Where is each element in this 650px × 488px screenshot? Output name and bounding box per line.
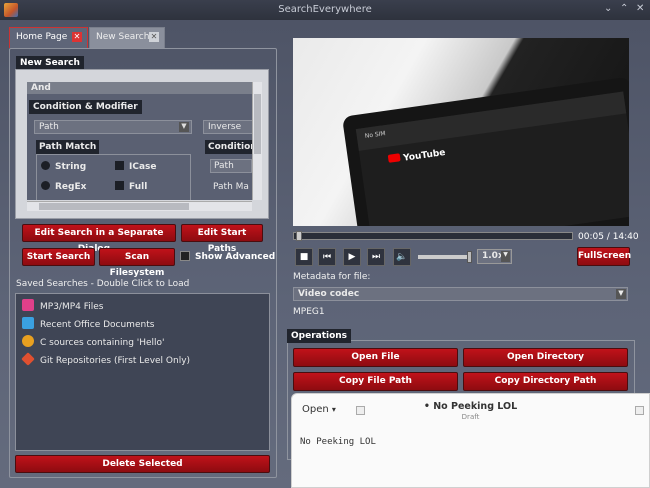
metadata-field-select[interactable]: Video codec ▼ <box>293 287 628 301</box>
volume-icon[interactable]: 🔈 <box>393 248 411 266</box>
minimize-icon[interactable]: ⌄ <box>604 3 612 14</box>
regex-label: RegEx <box>55 182 87 192</box>
radio-icon <box>41 181 50 190</box>
chevron-down-icon: ▼ <box>179 122 189 132</box>
volume-slider[interactable] <box>418 251 472 263</box>
close-tab-icon[interactable]: ✕ <box>149 32 159 42</box>
icase-checkbox[interactable]: ICase <box>115 161 157 172</box>
string-radio[interactable]: String <box>41 161 86 172</box>
playback-rate-select[interactable]: 1.0x ▼ <box>477 249 512 264</box>
inverse-toggle[interactable]: Inverse <box>203 120 252 134</box>
start-search-button[interactable]: Start Search <box>22 248 95 266</box>
seek-bar[interactable] <box>293 231 573 241</box>
condition-label: Condition <box>205 140 252 154</box>
and-node[interactable]: And <box>27 82 252 94</box>
chevron-down-icon: ▼ <box>616 289 626 299</box>
video-preview[interactable]: No SIM YouTube <box>293 38 629 226</box>
tab-home-page[interactable]: Home Page ✕ <box>9 27 88 48</box>
full-checkbox[interactable]: Full <box>115 181 147 192</box>
text-editor-popover: Open ▾ • No Peeking LOL Draft No Peeking… <box>291 393 650 488</box>
tab-label: Home Page <box>16 32 68 42</box>
scroll-thumb[interactable] <box>254 94 261 154</box>
title-bar: SearchEverywhere ⌄ ⌃ ✕ <box>0 0 650 20</box>
youtube-text: YouTube <box>402 147 447 164</box>
show-advanced-label: Show Advanced <box>195 252 276 262</box>
document-title: • No Peeking LOL <box>423 401 518 412</box>
c-source-icon <box>22 335 34 347</box>
saved-searches-list: MP3/MP4 Files Recent Office Documents C … <box>15 293 270 451</box>
next-icon[interactable]: ⏭ <box>367 248 385 266</box>
field-select-value: Path <box>39 122 59 132</box>
field-select[interactable]: Path ▼ <box>34 120 192 134</box>
metadata-label: Metadata for file: <box>293 272 371 282</box>
close-tab-icon[interactable]: ✕ <box>72 32 82 42</box>
new-search-label: New Search <box>16 56 84 70</box>
search-tree: And Condition & Modifier Path ▼ Inverse … <box>27 82 252 200</box>
fullscreen-button[interactable]: FullScreen <box>577 247 631 266</box>
list-item[interactable]: C sources containing 'Hello' <box>22 335 165 349</box>
scroll-thumb[interactable] <box>39 203 189 210</box>
vertical-scrollbar[interactable] <box>252 82 262 200</box>
list-item-label: Git Repositories (First Level Only) <box>40 356 191 366</box>
saved-searches-label: Saved Searches - Double Click to Load <box>16 279 190 289</box>
string-label: String <box>55 162 87 172</box>
edit-start-paths-button[interactable]: Edit Start Paths <box>181 224 263 254</box>
open-file-button[interactable]: Open File <box>293 348 458 367</box>
copy-directory-path-button[interactable]: Copy Directory Path <box>463 372 628 391</box>
video-frame-laptop: No SIM YouTube <box>341 76 629 226</box>
operations-label: Operations <box>287 329 352 343</box>
chevron-down-icon: ▼ <box>501 251 510 262</box>
condition-path-match: Path Ma <box>213 182 249 192</box>
metadata-field-value: Video codec <box>298 289 360 299</box>
time-readout: 00:05 / 14:40 <box>578 232 639 242</box>
metadata-value: MPEG1 <box>293 307 325 317</box>
open-directory-button[interactable]: Open Directory <box>463 348 628 367</box>
lock-icon <box>635 406 644 415</box>
icase-label: ICase <box>129 162 157 172</box>
radio-icon <box>41 161 50 170</box>
volume-handle[interactable] <box>467 251 472 263</box>
tab-new-search[interactable]: New Search ✕ <box>89 27 165 48</box>
video-frame-screen: No SIM YouTube <box>355 91 629 226</box>
copy-file-path-button[interactable]: Copy File Path <box>293 372 458 391</box>
condition-modifier-label: Condition & Modifier <box>29 100 142 114</box>
music-file-icon <box>22 299 34 311</box>
full-label: Full <box>129 182 148 192</box>
show-advanced-checkbox[interactable] <box>180 251 190 261</box>
path-match-label: Path Match <box>36 140 100 154</box>
list-item[interactable]: Recent Office Documents <box>22 317 154 331</box>
condition-field-select[interactable]: Path <box>210 159 252 173</box>
play-icon[interactable]: ▶ <box>343 248 361 266</box>
youtube-logo: YouTube <box>387 147 447 166</box>
previous-icon[interactable]: ⏮ <box>318 248 336 266</box>
browser-bar: No SIM <box>355 91 627 151</box>
git-icon <box>21 352 35 366</box>
seek-handle[interactable] <box>296 231 302 241</box>
horizontal-scrollbar[interactable] <box>27 201 252 211</box>
document-status: Draft <box>461 413 480 421</box>
window-title: SearchEverywhere <box>278 4 372 15</box>
list-item-label: Recent Office Documents <box>40 320 155 330</box>
scan-filesystem-button[interactable]: Scan Filesystem <box>99 248 175 278</box>
play-logo-icon <box>387 153 401 163</box>
list-item[interactable]: Git Repositories (First Level Only) <box>21 352 191 367</box>
checkbox-icon <box>115 181 124 190</box>
list-item[interactable]: MP3/MP4 Files <box>22 299 103 313</box>
status-text: No SIM <box>364 130 387 140</box>
edit-search-dialog-button[interactable]: Edit Search in a Separate Dialog... <box>22 224 176 254</box>
maximize-icon[interactable]: ⌃ <box>620 3 628 14</box>
regex-radio[interactable]: RegEx <box>41 181 86 192</box>
list-item-label: C sources containing 'Hello' <box>40 338 165 348</box>
tab-label: New Search <box>96 32 150 42</box>
checkbox-icon <box>115 161 124 170</box>
stop-icon[interactable]: ■ <box>295 248 313 266</box>
close-window-icon[interactable]: ✕ <box>636 3 644 14</box>
document-icon <box>22 317 34 329</box>
delete-selected-button[interactable]: Delete Selected <box>15 455 270 473</box>
editor-text-area[interactable]: No Peeking LOL <box>300 437 376 447</box>
list-item-label: MP3/MP4 Files <box>40 302 104 312</box>
